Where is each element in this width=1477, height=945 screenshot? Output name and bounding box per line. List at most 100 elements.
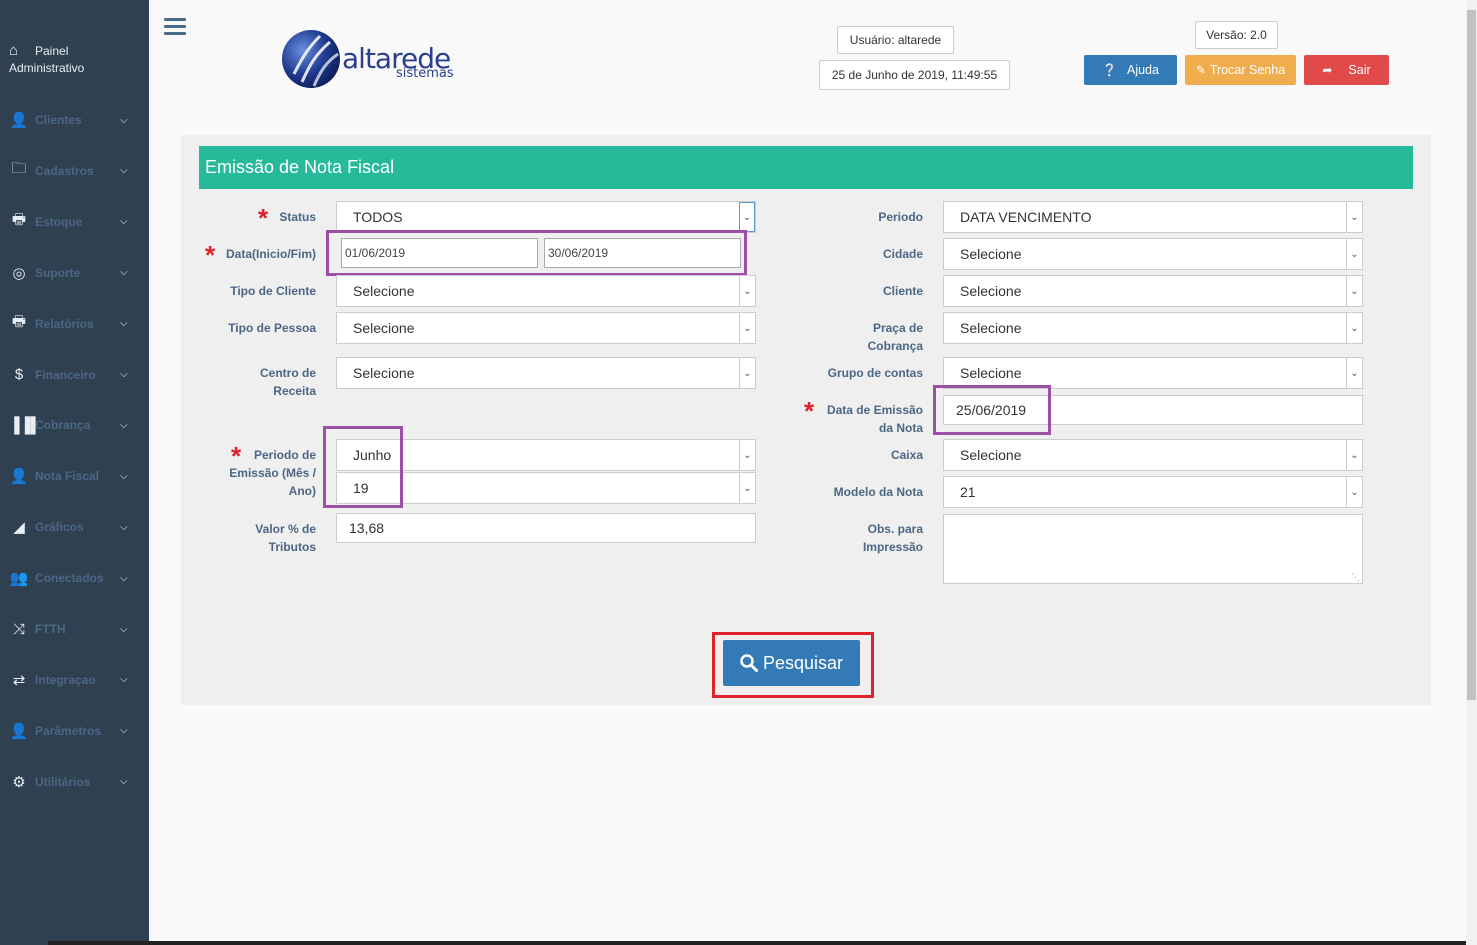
sidebar-item-label: Conectados <box>35 571 104 586</box>
search-highlight <box>712 632 874 698</box>
sidebar-item-suporte[interactable]: ◎ Suporte ⌵ <box>0 253 149 293</box>
menu-toggle-icon[interactable] <box>164 18 186 38</box>
sidebar-item-label: Financeiro <box>35 367 96 382</box>
chevron-down-icon: ⌵ <box>120 725 128 737</box>
chevron-down-icon: ⌵ <box>120 318 128 330</box>
required-marker: * <box>205 240 216 270</box>
brand-logo: altarede sistemas <box>280 28 470 92</box>
sidebar-item-label: Utilitários <box>35 774 91 789</box>
user-icon: 👤 <box>9 468 29 486</box>
note-model-label: Modelo da Nota <box>833 485 923 499</box>
chevron-down-icon: ⌄ <box>739 313 755 343</box>
status-select[interactable]: TODOS ⌄ <box>336 201 756 233</box>
sidebar-item-label: Cobrança <box>35 418 91 433</box>
sidebar-item-label: Relatórios <box>35 316 94 331</box>
sidebar-item-label: Suporte <box>35 265 81 280</box>
sidebar-item-conectados[interactable]: 👥 Conectados ⌵ <box>0 558 149 598</box>
tax-label: Valor % de Tributos <box>200 520 316 556</box>
required-marker: * <box>258 203 269 233</box>
sidebar-item-label: Parâmetros <box>35 723 102 738</box>
emission-period-label-line2: Emissão (Mês / <box>229 466 316 480</box>
change-password-label: Trocar Senha <box>1209 63 1286 77</box>
sidebar-item-label: Gráficos <box>35 520 84 535</box>
scrollbar-thumb[interactable] <box>1467 10 1476 700</box>
help-button[interactable]: ❔ Ajuda <box>1084 55 1177 85</box>
sidebar-item-integra-ao[interactable]: ⇄ Integraçao ⌵ <box>0 660 149 700</box>
collection-label-line1: Praça de <box>872 321 923 335</box>
status-label: Status <box>279 210 316 224</box>
sidebar-item-estoque[interactable]: 🖶 Estoque ⌵ <box>0 202 149 242</box>
city-value: Selecione <box>960 246 1022 262</box>
sidebar-item-nota-fiscal[interactable]: 👤 Nota Fiscal ⌵ <box>0 456 149 496</box>
cogs-icon: ⚙ <box>12 773 26 791</box>
account-group-label: Grupo de contas <box>827 366 923 380</box>
tax-input[interactable]: 13,68 <box>336 513 756 543</box>
client-type-value: Selecione <box>353 283 415 299</box>
revenue-center-label-line2: Receita <box>273 384 316 398</box>
cashier-select[interactable]: Selecione ⌄ <box>943 439 1363 471</box>
period-value: DATA VENCIMENTO <box>960 209 1092 225</box>
person-type-value: Selecione <box>353 320 415 336</box>
chevron-down-icon: ⌄ <box>1346 358 1362 388</box>
question-circle-icon: ❔ <box>1102 63 1117 77</box>
chevron-down-icon: ⌵ <box>120 521 128 533</box>
obs-label-line2: Impressão <box>862 540 923 554</box>
sidebar-item-par-metros[interactable]: 👤 Parâmetros ⌵ <box>0 711 149 751</box>
note-date-highlight <box>933 385 1051 435</box>
revenue-center-label: Centro de Receita <box>200 364 316 400</box>
users-icon: 👥 <box>9 570 29 588</box>
person-type-label: Tipo de Pessoa <box>228 321 316 335</box>
client-select[interactable]: Selecione ⌄ <box>943 275 1363 307</box>
chevron-down-icon: ⌵ <box>120 674 128 686</box>
person-type-select[interactable]: Selecione ⌄ <box>336 312 756 344</box>
sidebar-item-label: FTTH <box>35 622 66 636</box>
dollar-icon: $ <box>14 366 24 383</box>
logo-globe-icon <box>282 30 340 88</box>
datetime-display: 25 de Junho de 2019, 11:49:55 <box>819 60 1010 90</box>
chevron-down-icon: ⌵ <box>120 572 128 584</box>
collection-label-line2: Cobrança <box>867 339 923 353</box>
chevron-down-icon: ⌄ <box>1346 440 1362 470</box>
sidebar-item-utilit-rios[interactable]: ⚙ Utilitários ⌵ <box>0 762 149 802</box>
user-badge: Usuário: altarede <box>837 26 954 54</box>
obs-textarea[interactable]: ⋱ <box>943 514 1363 584</box>
chevron-down-icon: ⌄ <box>739 202 755 232</box>
change-password-button[interactable]: ✎ Trocar Senha <box>1185 55 1296 85</box>
collection-value: Selecione <box>960 320 1022 336</box>
lifebuoy-icon: ◎ <box>12 264 26 282</box>
sidebar-item-cobran-a[interactable]: ▐▐▌ Cobrança ⌵ <box>0 405 149 445</box>
city-select[interactable]: Selecione ⌄ <box>943 238 1363 270</box>
sidebar-item-clientes[interactable]: 👤 Clientes ⌵ <box>0 100 149 140</box>
collection-label: Praça de Cobrança <box>800 319 923 355</box>
edit-icon: ✎ <box>1195 63 1206 77</box>
sidebar-item-cadastros[interactable]: 🗀 Cadastros ⌵ <box>0 151 149 191</box>
sidebar-item-label: Cadastros <box>35 163 94 178</box>
sidebar-item-financeiro[interactable]: $ Financeiro ⌵ <box>0 355 149 395</box>
user-icon: 👤 <box>9 112 29 129</box>
print-icon: 🖶 <box>11 313 27 331</box>
chevron-down-icon: ⌄ <box>1346 276 1362 306</box>
obs-label: Obs. para Impressão <box>800 520 923 556</box>
sidebar-item-ftth[interactable]: ⤨ FTTH ⌵ <box>0 609 149 649</box>
resize-handle-icon[interactable]: ⋱ <box>1351 572 1360 583</box>
exit-button[interactable]: ➦ Sair <box>1304 55 1389 85</box>
retweet-icon: ⇄ <box>12 671 26 689</box>
chevron-down-icon: ⌄ <box>739 276 755 306</box>
chevron-down-icon: ⌄ <box>739 440 755 470</box>
tax-label-line2: Tributos <box>268 540 316 554</box>
panel-title: Emissão de Nota Fiscal <box>199 146 1413 189</box>
sidebar-item-dashboard[interactable]: ⌂ Painel Administrativo <box>0 40 149 80</box>
chevron-down-icon: ⌵ <box>120 776 128 788</box>
sidebar-item-relat-rios[interactable]: 🖶 Relatórios ⌵ <box>0 304 149 344</box>
client-type-select[interactable]: Selecione ⌄ <box>336 275 756 307</box>
collection-select[interactable]: Selecione ⌄ <box>943 312 1363 344</box>
chevron-down-icon: ⌄ <box>1346 239 1362 269</box>
sidebar-item-gr-ficos[interactable]: ◢ Gráficos ⌵ <box>0 507 149 547</box>
period-select[interactable]: DATA VENCIMENTO ⌄ <box>943 201 1363 233</box>
chevron-down-icon: ⌵ <box>120 470 128 482</box>
chevron-down-icon: ⌵ <box>120 165 128 177</box>
note-model-select[interactable]: 21 ⌄ <box>943 476 1363 508</box>
dashboard-label-2: Administrativo <box>9 61 85 75</box>
random-icon: ⤨ <box>12 620 25 638</box>
revenue-center-select[interactable]: Selecione ⌄ <box>336 357 756 389</box>
